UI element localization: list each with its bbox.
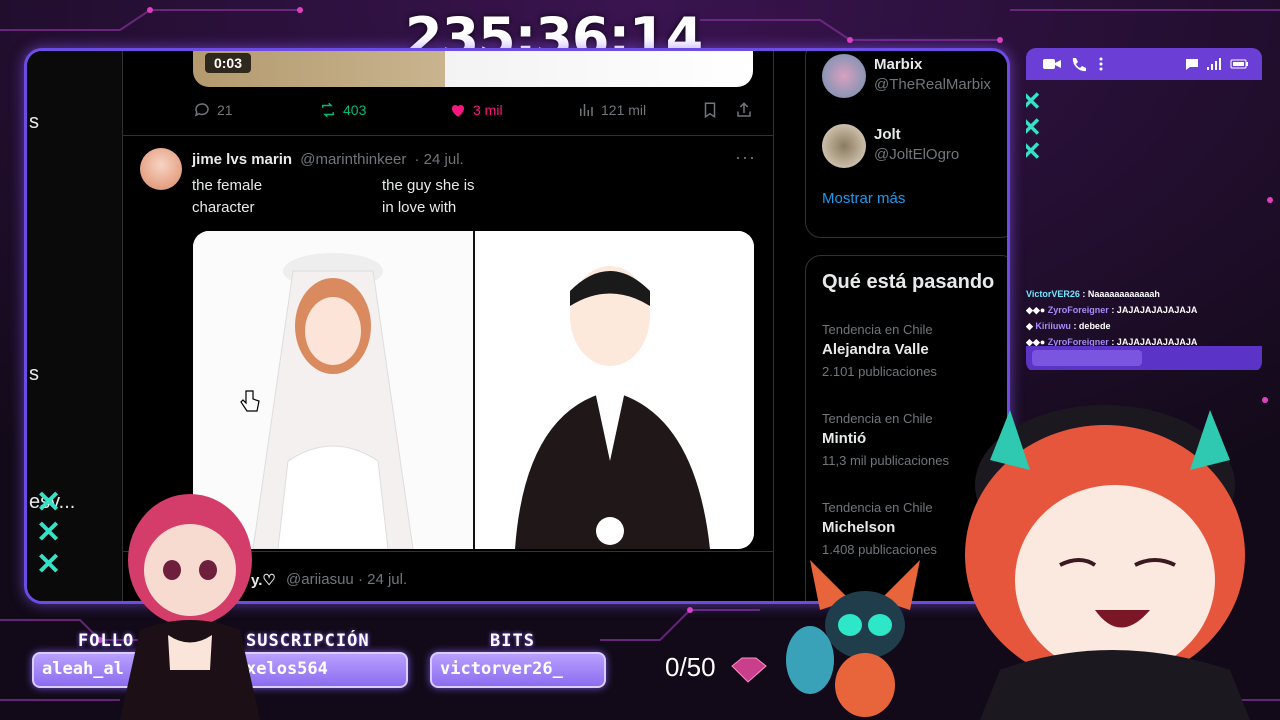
view-count: 121 mil [601,102,647,118]
latest-bits-pill: victorver26_ [430,652,606,688]
maid-character-sticker [120,494,260,720]
tweet-text-left: the female character [192,175,262,219]
chat-message: VictorVER26 : Naaaaaaaaaaaah [1026,289,1160,299]
decor-x-icon: ✕ [36,548,62,581]
decor-x-icon: ✕ [1026,112,1042,142]
chat-bubble-icon [1186,59,1198,70]
reply-button[interactable]: 21 [193,101,233,119]
tweet-date[interactable]: · 24 jul. [415,151,464,168]
like-count: 3 mil [473,102,503,118]
goal-counter: 0/50 [665,652,716,682]
tweet-text-line: the guy she is [382,177,475,194]
avatar[interactable] [140,148,182,190]
latest-bits: victorver26_ [440,659,563,679]
more-vertical-icon [1099,57,1103,71]
chat-overlay: ✕ ✕ ✕ VictorVER26 : Naaaaaaaaaaaah ◆◆● Z… [1026,48,1262,372]
gem-icon [731,657,767,683]
who-to-follow-card: Marbix @TheRealMarbix Jolt @JoltElOgro M… [805,51,1007,238]
tweet-text-line: character [192,199,255,216]
phone-icon [1072,58,1086,72]
reply-icon [194,103,209,117]
chat-message: ◆ Kiriiuwu : debede [1026,321,1111,331]
mouse-hand-cursor-icon [240,390,260,412]
like-button[interactable]: 3 mil [449,101,503,119]
media-panel-groom [475,231,754,549]
nav-fragment: s [29,111,39,133]
author-handle[interactable]: @marinthinkeer [300,151,406,168]
chat-messages: VictorVER26 : Naaaaaaaaaaaah ◆◆● ZyroFor… [1026,286,1262,350]
follow-suggestion[interactable]: Marbix @TheRealMarbix [822,54,1007,104]
suggestion-name: Jolt [874,126,901,143]
trend-topic: Alejandra Valle [822,341,929,358]
follow-suggestion[interactable]: Jolt @JoltElOgro [822,124,1007,174]
chat-input-bar[interactable] [1026,346,1262,370]
video-timestamp: 0:03 [205,53,251,73]
decor-x-icon: ✕ [36,516,62,549]
trend-context: Tendencia en Chile [822,322,933,337]
views-button[interactable]: 121 mil [577,101,646,119]
decor-x-icon: ✕ [36,486,62,519]
share-button[interactable] [735,101,753,119]
vtuber-avatar [965,405,1250,720]
signal-icon [1207,58,1221,70]
tweet-text-right: the guy she is in love with [382,175,475,219]
reply-count: 21 [217,102,233,118]
repost-button[interactable]: 403 [319,101,366,119]
avatar[interactable] [822,124,866,168]
more-options-button[interactable]: ··· [735,147,756,168]
bookmark-button[interactable] [701,101,719,119]
trends-title: Qué está pasando [822,271,995,293]
author-name[interactable]: jime lvs marin [192,151,292,168]
decor-x-icon: ✕ [1026,86,1042,116]
show-more-link[interactable]: Mostrar más [822,190,905,207]
chat-header-bar [1026,48,1262,80]
bookmark-icon [704,102,716,119]
tweet-action-bar: 21 403 3 mil 121 mil [193,101,753,125]
author-handle[interactable]: @ariiasuu · 24 jul. [286,571,407,588]
heart-icon [451,104,465,117]
decor-x-icon: ✕ [1026,136,1042,166]
tweet-media-image[interactable] [193,231,754,549]
suggestion-name: Marbix [874,56,923,73]
bits-label: BITS [490,631,535,651]
avatar[interactable] [822,54,866,98]
suggestion-handle: @TheRealMarbix [874,76,991,93]
share-icon [737,102,751,117]
nav-fragment: s [29,363,39,385]
tweet-divider [123,135,773,136]
camera-icon [1043,59,1061,69]
mascot-creature-sticker [786,560,920,717]
battery-icon [1230,59,1248,69]
tweet-header: jime lvs marin @marinthinkeer · 24 jul. [192,151,464,168]
repost-icon [322,102,334,118]
tweet-text-line: the female [192,177,263,194]
video-preview[interactable] [193,51,753,87]
chat-message: ◆◆● ZyroForeigner : JAJAJAJAJAJAJA [1026,305,1198,315]
suggestion-handle: @JoltElOgro [874,146,960,163]
repost-count: 403 [343,102,367,118]
chat-input-field[interactable] [1032,350,1142,366]
tweet-text-line: in love with [382,199,457,216]
bar-chart-icon [580,104,593,116]
